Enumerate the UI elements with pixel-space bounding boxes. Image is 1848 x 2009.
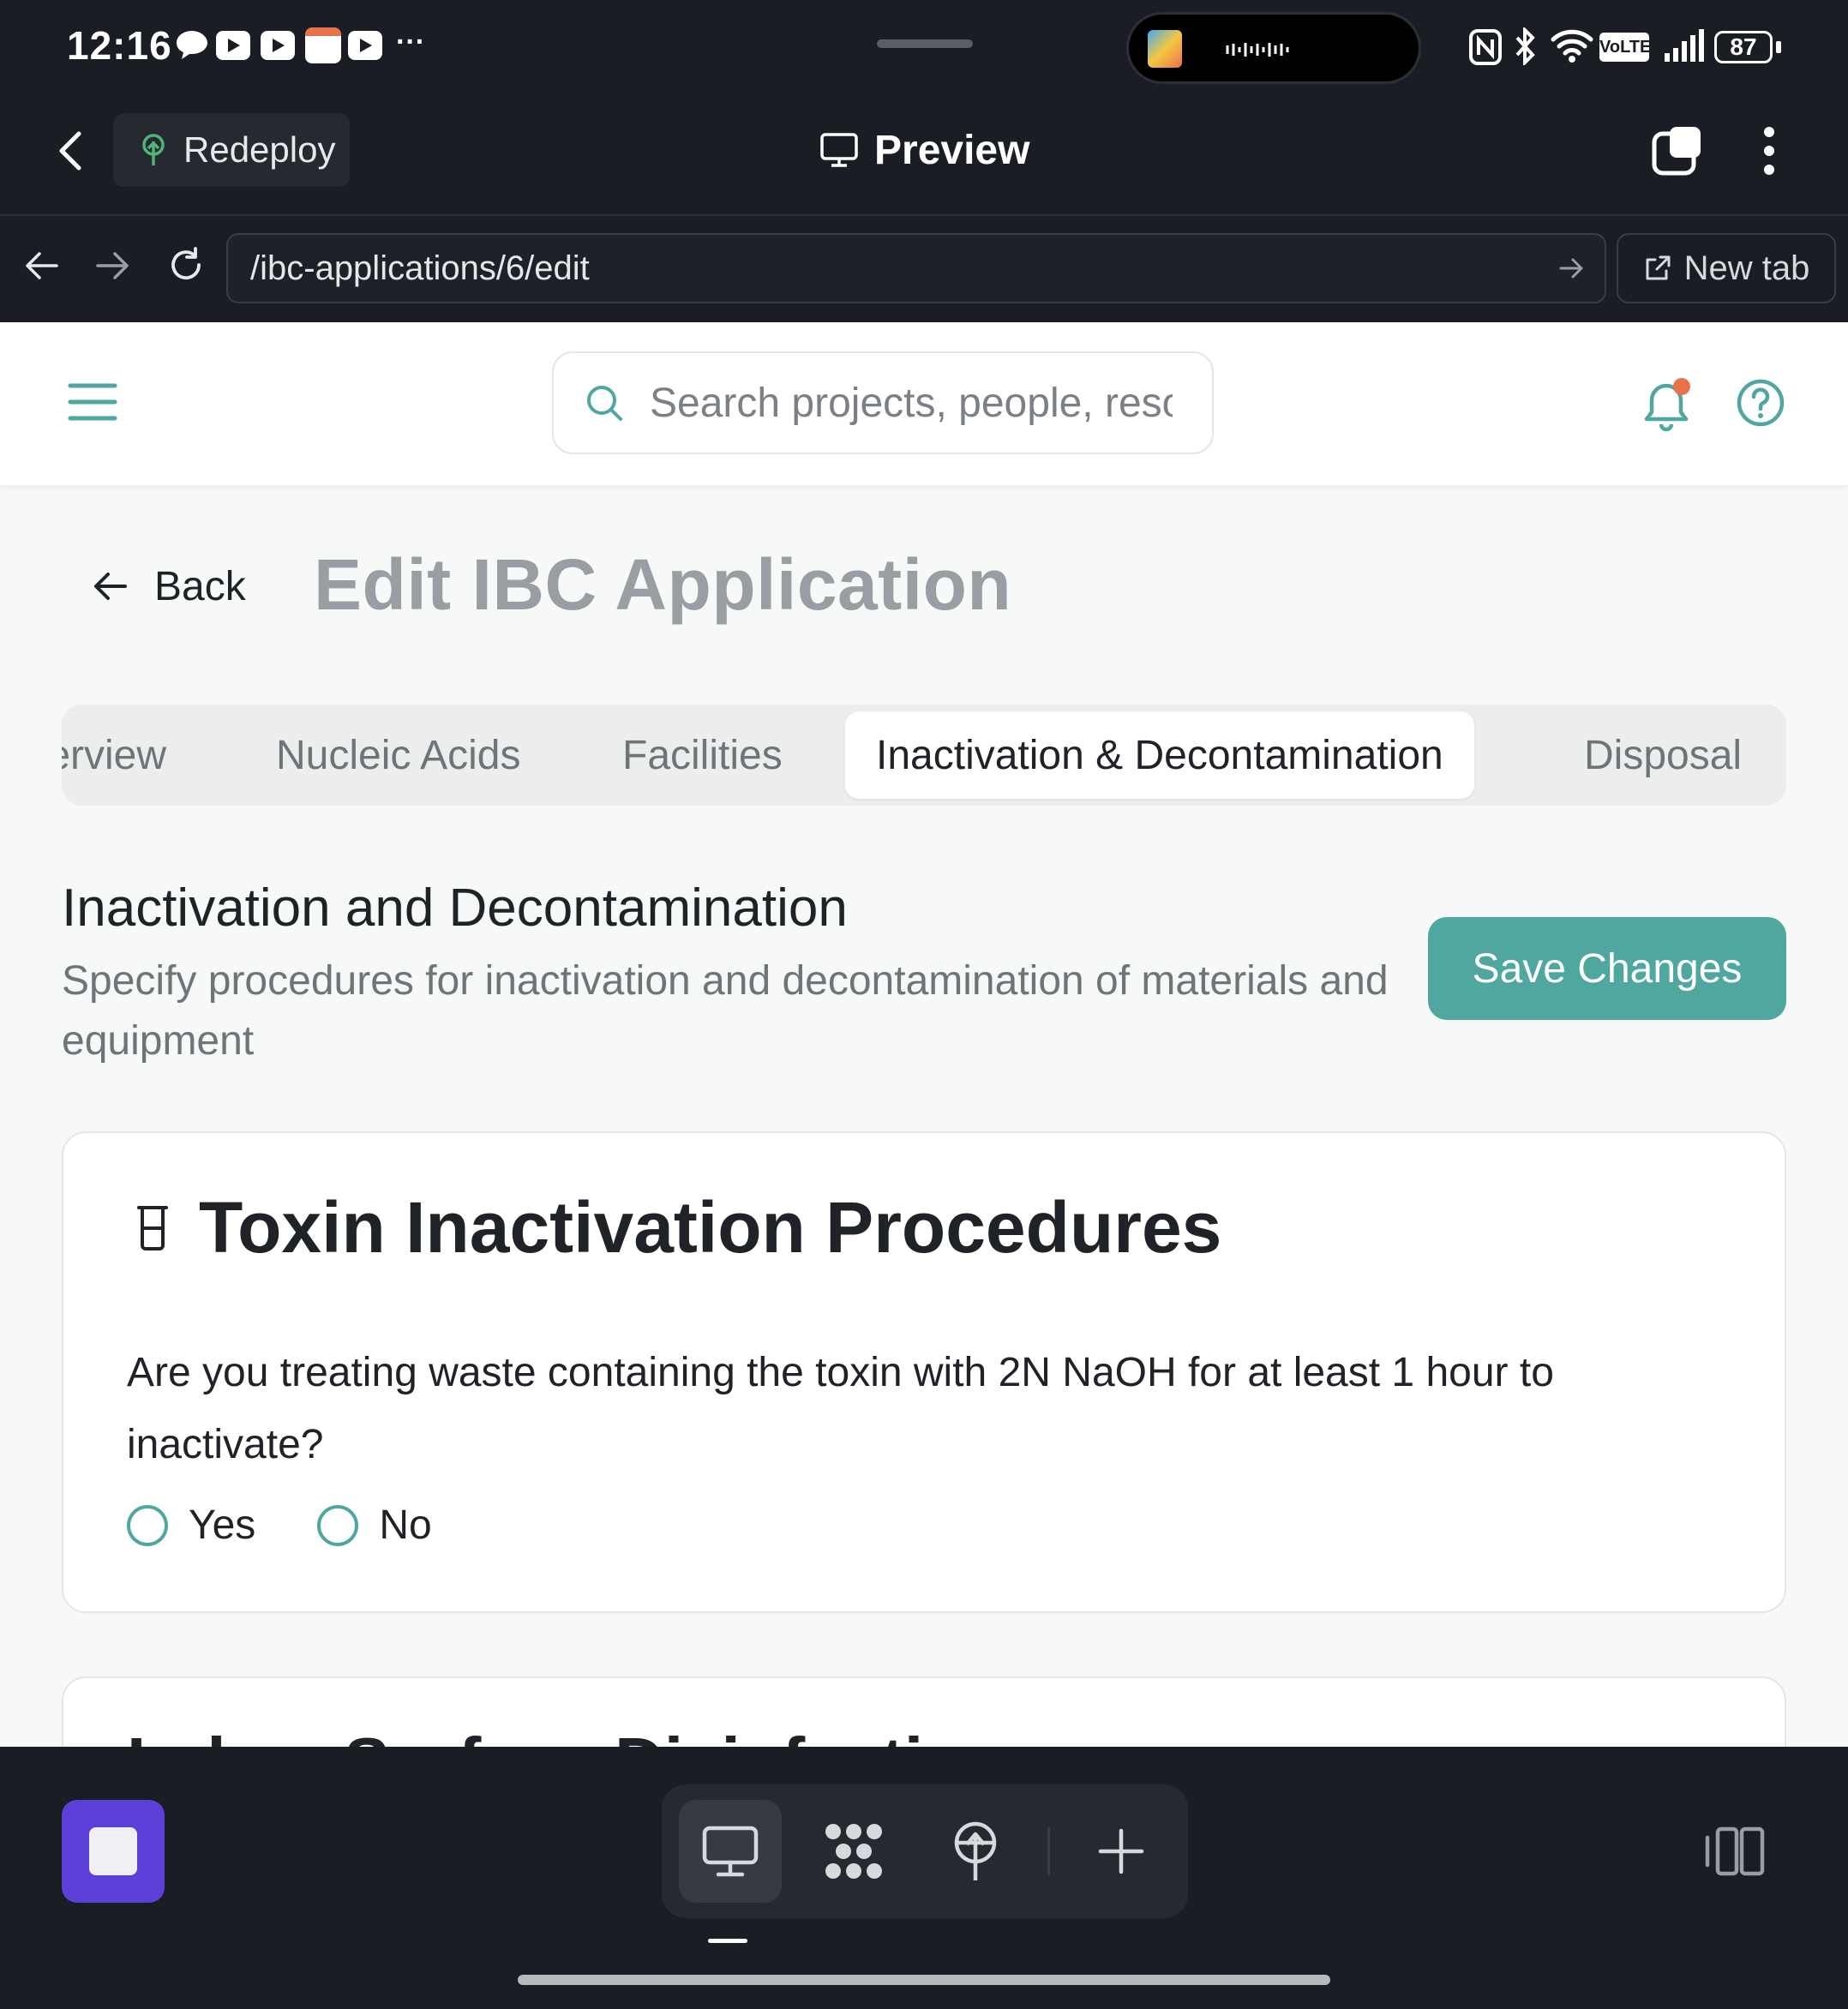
arrow-left-icon: [91, 569, 129, 603]
preview-title: Preview: [819, 122, 1029, 178]
youtube-notification-icon: [261, 31, 295, 60]
card-title-text: Lab ... Surface Disinfection: [127, 1723, 1007, 1747]
app-icon: [1148, 30, 1182, 68]
search-box[interactable]: [552, 351, 1214, 454]
option-yes-label[interactable]: Yes: [189, 1502, 255, 1549]
new-tab-button[interactable]: New tab: [1617, 233, 1836, 303]
redeploy-button[interactable]: Redeploy: [113, 113, 350, 187]
battery-tip: [1776, 41, 1781, 53]
url-text: /ibc-applications/6/edit: [250, 249, 590, 287]
tab-overview[interactable]: Overview: [62, 705, 166, 806]
hamburger-menu-icon[interactable]: [67, 381, 118, 423]
youtube-notification-icon: [348, 31, 382, 60]
answer-options: Yes No: [127, 1502, 432, 1549]
battery-indicator: 87: [1714, 31, 1773, 63]
add-button[interactable]: [1070, 1800, 1173, 1903]
notification-bell-icon[interactable]: [1642, 377, 1694, 434]
beaker-icon: [134, 1204, 171, 1252]
split-view-icon[interactable]: [1704, 1824, 1766, 1879]
site-header: [0, 322, 1848, 485]
reload-icon[interactable]: [166, 245, 206, 285]
status-time: 12:16: [67, 23, 172, 68]
back-label: Back: [154, 563, 246, 609]
waveform-icon: [1225, 40, 1290, 59]
deploy-button[interactable]: [924, 1800, 1027, 1903]
workspaces-button[interactable]: [802, 1800, 905, 1903]
radio-yes[interactable]: [127, 1504, 168, 1546]
dynamic-island: [1126, 12, 1421, 84]
dock-toolbar: [662, 1784, 1188, 1918]
youtube-notification-icon: [216, 31, 250, 60]
new-tab-label: New tab: [1683, 249, 1810, 287]
grid-blobs-icon: [822, 1821, 885, 1881]
nav-back-icon[interactable]: [22, 249, 60, 283]
monitor-icon: [819, 132, 859, 168]
tab-facilities[interactable]: Facilities: [622, 705, 783, 806]
question-text: Are you treating waste containing the to…: [127, 1350, 1554, 1467]
card-title: Toxin Inactivation Procedures: [134, 1186, 1221, 1269]
deploy-icon: [139, 133, 168, 167]
wifi-icon: [1550, 27, 1594, 63]
save-changes-button[interactable]: Save Changes: [1428, 917, 1786, 1020]
volte-badge: VoLTE: [1599, 33, 1651, 62]
url-field[interactable]: /ibc-applications/6/edit: [226, 233, 1606, 303]
section-description: Specify procedures for inactivation and …: [62, 958, 1389, 1064]
redeploy-label: Redeploy: [183, 129, 336, 170]
calendar-notification-icon: [305, 27, 341, 63]
search-icon: [585, 383, 624, 423]
plus-icon: [1097, 1827, 1145, 1875]
back-button[interactable]: Back: [91, 552, 246, 621]
window-handle[interactable]: [877, 39, 973, 48]
search-input[interactable]: [650, 379, 1173, 427]
signal-icon: [1663, 27, 1706, 63]
nfc-icon: [1469, 29, 1502, 65]
toolbar-divider: [1047, 1827, 1050, 1875]
tab-inactivation-decontamination[interactable]: Inactivation & Decontamination: [845, 711, 1474, 799]
surface-disinfection-card: Lab ... Surface Disinfection: [62, 1676, 1786, 1747]
help-icon[interactable]: [1735, 377, 1786, 429]
more-notifications-icon: ···: [396, 26, 425, 58]
tab-nucleic-acids[interactable]: Nucleic Acids: [276, 705, 520, 806]
page-title: Edit IBC Application: [314, 544, 1012, 625]
deploy-icon: [950, 1820, 1001, 1882]
external-link-icon: [1643, 254, 1672, 283]
tabs-switcher-icon[interactable]: [1651, 123, 1704, 177]
section-title: Inactivation and Decontamination: [62, 879, 848, 938]
monitor-icon: [701, 1825, 759, 1878]
radio-no[interactable]: [317, 1504, 359, 1546]
section-tabs: Overview Nucleic Acids Facilities Inacti…: [62, 705, 1786, 806]
chat-notification-icon: [175, 29, 209, 62]
home-indicator[interactable]: [518, 1975, 1330, 1985]
nav-forward-icon[interactable]: [94, 249, 132, 283]
toxin-inactivation-card: Toxin Inactivation Procedures Are you tr…: [62, 1131, 1786, 1613]
preview-label: Preview: [874, 127, 1030, 173]
go-arrow-icon[interactable]: [1558, 255, 1586, 281]
bluetooth-icon: [1514, 27, 1538, 65]
more-vertical-icon[interactable]: [1761, 125, 1778, 177]
card-title-text: Toxin Inactivation Procedures: [199, 1187, 1222, 1268]
tab-disposal[interactable]: Disposal: [1584, 705, 1742, 806]
option-no-label[interactable]: No: [379, 1502, 431, 1549]
stop-button[interactable]: [62, 1800, 165, 1903]
desktop-view-button[interactable]: [679, 1800, 782, 1903]
active-indicator: [708, 1939, 747, 1943]
web-page: Back Edit IBC Application Overview Nucle…: [0, 322, 1848, 1747]
back-chevron-icon[interactable]: [53, 127, 87, 175]
